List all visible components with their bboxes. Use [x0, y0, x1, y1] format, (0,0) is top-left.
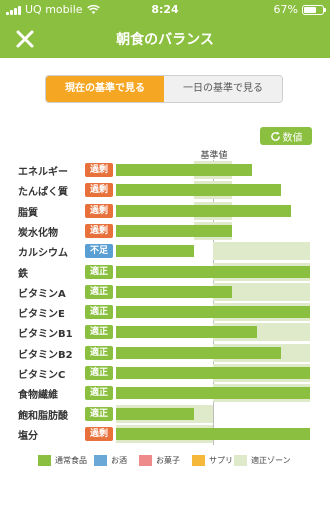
value-bar — [116, 367, 310, 379]
value-bar — [116, 184, 281, 197]
status-badge: 過剰 — [85, 223, 113, 238]
legend-swatch — [234, 455, 247, 466]
nutrient-label: たんぱく質 — [18, 187, 68, 199]
tab-current-standard[interactable]: 現在の基準で見る — [46, 76, 164, 102]
chart-row: たんぱく質 過剰 — [0, 180, 330, 200]
values-button[interactable]: 数値 — [260, 127, 312, 145]
chart-row: カルシウム 不足 — [0, 241, 330, 261]
status-badge: 適正 — [85, 345, 113, 360]
refresh-icon — [270, 130, 280, 141]
legend-label: お酒 — [111, 456, 127, 465]
chart-legend: 通常食品 お酒 お菓子 サプリ 適正ゾーン — [38, 455, 328, 469]
value-bar — [116, 387, 310, 400]
value-bar — [116, 346, 281, 359]
chart-row: ビタミンB1 適正 — [0, 322, 330, 342]
chart-row: 食物繊維 適正 — [0, 383, 330, 403]
legend-label: 適正ゾーン — [251, 456, 291, 465]
value-bar — [116, 407, 194, 420]
legend-item: お菓子 — [139, 455, 180, 466]
status-bar: UQ mobile 8:24 67% — [0, 0, 330, 20]
legend-swatch — [38, 455, 51, 466]
status-badge: 適正 — [85, 264, 113, 279]
value-bar — [116, 427, 310, 440]
chart-row: 飽和脂肪酸 適正 — [0, 404, 330, 424]
battery-percent: 67% — [273, 3, 298, 16]
legend-label: 通常食品 — [55, 456, 87, 465]
adequate-zone — [213, 242, 310, 261]
nutrient-label: カルシウム — [18, 248, 68, 260]
nutrient-label: 脂質 — [18, 207, 38, 219]
nutrient-balance-chart: エネルギー 過剰 たんぱく質 過剰 脂質 過剰 炭水化物 過剰 カルシウム 不足鉄適正 ビタミンA 適… — [0, 160, 330, 445]
values-button-label: 数値 — [282, 132, 303, 144]
legend-swatch — [94, 455, 107, 466]
status-badge: 適正 — [85, 406, 113, 421]
status-badge: 適正 — [85, 386, 113, 401]
value-bar — [116, 224, 233, 237]
chart-row: 鉄 適正 — [0, 262, 330, 282]
status-badge: 過剰 — [85, 426, 113, 441]
status-badge: 適正 — [85, 305, 113, 320]
chart-row: 塩分 過剰 — [0, 424, 330, 444]
value-bar — [116, 306, 310, 319]
tab-daily-standard[interactable]: 一日の基準で見る — [164, 76, 282, 102]
legend-swatch — [139, 455, 152, 466]
value-bar — [116, 265, 310, 278]
battery-icon — [302, 4, 326, 15]
chart-row: エネルギー 過剰 — [0, 160, 330, 180]
chart-row: ビタミンB2 適正 — [0, 343, 330, 363]
nutrient-label: ビタミンC — [18, 370, 66, 381]
nutrient-label: 食物繊維 — [18, 390, 58, 402]
nutrient-label: エネルギー — [18, 167, 68, 178]
battery-area: 67% — [273, 3, 326, 16]
status-badge: 適正 — [85, 366, 113, 380]
legend-item: 通常食品 — [38, 455, 87, 466]
chart-row: ビタミンA 適正 — [0, 282, 330, 302]
chart-row: 炭水化物 過剰 — [0, 221, 330, 241]
value-bar — [116, 164, 252, 176]
legend-item: お酒 — [94, 455, 127, 466]
view-mode-segment: 現在の基準で見る 一日の基準で見る — [45, 75, 283, 103]
value-bar — [116, 245, 194, 258]
nutrient-label: ビタミンA — [18, 288, 66, 300]
status-badge: 過剰 — [85, 183, 113, 198]
nutrient-label: 塩分 — [18, 430, 38, 442]
legend-swatch — [192, 455, 205, 466]
nutrient-label: 炭水化物 — [18, 227, 58, 239]
value-bar — [116, 326, 257, 339]
status-badge: 適正 — [85, 325, 113, 340]
status-badge: 過剰 — [85, 163, 113, 177]
chart-row: ビタミンE 適正 — [0, 302, 330, 322]
value-bar — [116, 204, 291, 217]
chart-row: 脂質 過剰 — [0, 201, 330, 221]
status-badge: 適正 — [85, 284, 113, 299]
page-title: 朝食のバランス — [116, 32, 214, 48]
legend-label: お菓子 — [156, 456, 180, 465]
legend-item: 適正ゾーン — [234, 455, 291, 466]
nutrient-label: ビタミンB2 — [18, 349, 73, 361]
nav-bar: 朝食のバランス — [0, 20, 330, 58]
legend-item: サプリ — [192, 455, 233, 466]
status-badge: 不足 — [85, 244, 113, 259]
value-bar — [116, 285, 233, 298]
chart-row: ビタミンC 適正 — [0, 363, 330, 383]
nutrient-label: 鉄 — [18, 268, 28, 280]
nutrient-label: ビタミンB1 — [18, 329, 73, 341]
nutrient-label: ビタミンE — [18, 309, 65, 321]
status-badge: 過剰 — [85, 203, 113, 218]
nutrient-label: 飽和脂肪酸 — [18, 410, 68, 422]
legend-label: サプリ — [209, 456, 233, 465]
